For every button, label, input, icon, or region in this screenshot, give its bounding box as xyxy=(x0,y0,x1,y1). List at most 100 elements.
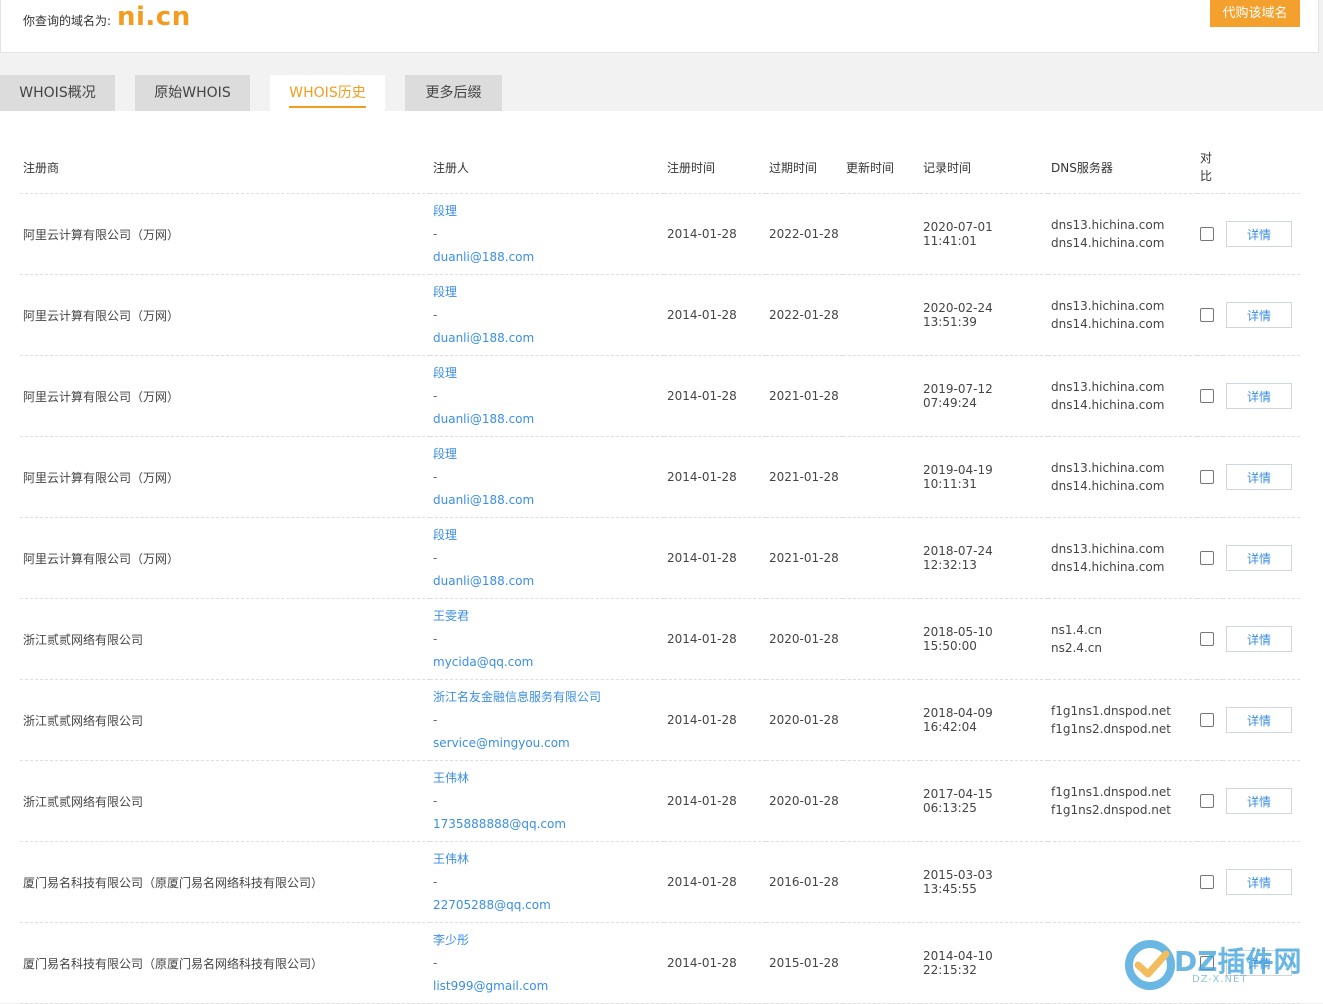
detail-button[interactable]: 详情 xyxy=(1226,545,1292,571)
rec-time-cell: 2014-04-10 22:15:32 xyxy=(920,922,1048,1004)
compare-cell xyxy=(1197,193,1223,275)
detail-button[interactable]: 详情 xyxy=(1226,788,1292,814)
registrant-cell: 浙江名友金融信息服务有限公司 - service@mingyou.com xyxy=(430,679,664,761)
site-watermark: DZ插件网 DZ-X.NET xyxy=(1122,936,1317,996)
whois-history-table: 注册商 注册人 注册时间 过期时间 更新时间 记录时间 DNS服务器 对比 阿里… xyxy=(20,141,1300,1004)
dns-server-2: f1g1ns2.dnspod.net xyxy=(1051,722,1171,736)
tab-label: WHOIS概况 xyxy=(19,85,96,101)
registrant-cell: 王伟林 - 22705288@qq.com xyxy=(430,841,664,923)
detail-button[interactable]: 详情 xyxy=(1226,302,1292,328)
registrant-name-link[interactable]: 浙江名友金融信息服务有限公司 xyxy=(433,686,664,709)
upd-date-cell xyxy=(843,598,920,680)
table-row: 厦门易名科技有限公司（原厦门易名网络科技有限公司） 李少彤 - list999@gma… xyxy=(20,922,1300,1004)
table-row: 浙江贰贰网络有限公司 王伟林 - 1735888888@qq.com 2014-01-2… xyxy=(20,760,1300,842)
registrant-name-link[interactable]: 段理 xyxy=(433,200,664,223)
registrant-name-link[interactable]: 段理 xyxy=(433,524,664,547)
registrant-email-link[interactable]: mycida@qq.com xyxy=(433,651,664,674)
registrant-email-link[interactable]: list999@gmail.com xyxy=(433,975,664,998)
registrant-name-link[interactable]: 王雯君 xyxy=(433,605,664,628)
registrant-email-link[interactable]: duanli@188.com xyxy=(433,327,664,350)
exp-date-cell: 2016-01-28 xyxy=(766,841,843,923)
compare-checkbox[interactable] xyxy=(1200,713,1214,728)
col-rec-time: 记录时间 xyxy=(920,141,1048,194)
tab-whois-history[interactable]: WHOIS历史 xyxy=(270,75,385,111)
rec-time-cell: 2015-03-03 13:45:55 xyxy=(920,841,1048,923)
dns-server-2: f1g1ns2.dnspod.net xyxy=(1051,803,1171,817)
registrant-name-link[interactable]: 李少彤 xyxy=(433,929,664,952)
registrant-email-link[interactable]: duanli@188.com xyxy=(433,570,664,593)
detail-button[interactable]: 详情 xyxy=(1226,869,1292,895)
compare-checkbox[interactable] xyxy=(1200,794,1214,809)
tab-whois-overview[interactable]: WHOIS概况 xyxy=(0,75,115,111)
dns-server-2: dns14.hichina.com xyxy=(1051,560,1165,574)
col-compare: 对比 xyxy=(1197,141,1223,194)
compare-checkbox[interactable] xyxy=(1200,389,1214,404)
registrant-name-link[interactable]: 王伟林 xyxy=(433,767,664,790)
dns-server-1: f1g1ns1.dnspod.net xyxy=(1051,785,1171,799)
registrant-cell: 段理 - duanli@188.com xyxy=(430,274,664,356)
detail-button[interactable]: 详情 xyxy=(1226,383,1292,409)
col-dns: DNS服务器 xyxy=(1048,141,1197,194)
compare-checkbox[interactable] xyxy=(1200,470,1214,485)
registrant-email-link[interactable]: duanli@188.com xyxy=(433,489,664,512)
registrant-separator: - xyxy=(433,307,438,322)
action-cell: 详情 xyxy=(1223,598,1300,680)
detail-button[interactable]: 详情 xyxy=(1226,707,1292,733)
table-header-row: 注册商 注册人 注册时间 过期时间 更新时间 记录时间 DNS服务器 对比 xyxy=(20,141,1300,194)
compare-checkbox[interactable] xyxy=(1200,875,1214,890)
tab-bar: WHOIS概况 原始WHOIS WHOIS历史 更多后缀 xyxy=(0,75,1323,111)
rec-time-cell: 2017-04-15 06:13:25 xyxy=(920,760,1048,842)
compare-checkbox[interactable] xyxy=(1200,632,1214,647)
registrar-cell: 阿里云计算有限公司（万网） xyxy=(20,517,430,599)
rec-time-cell: 2020-02-24 13:51:39 xyxy=(920,274,1048,356)
registrant-name-link[interactable]: 段理 xyxy=(433,443,664,466)
detail-button[interactable]: 详情 xyxy=(1226,221,1292,247)
registrar-cell: 阿里云计算有限公司（万网） xyxy=(20,193,430,275)
registrant-email-link[interactable]: 22705288@qq.com xyxy=(433,894,664,917)
registrant-email-link[interactable]: service@mingyou.com xyxy=(433,732,664,755)
table-row: 阿里云计算有限公司（万网） 段理 - duanli@188.com 2014-01-28… xyxy=(20,355,1300,437)
registrant-name-link[interactable]: 王伟林 xyxy=(433,848,664,871)
registrant-email-link[interactable]: duanli@188.com xyxy=(433,246,664,269)
table-row: 厦门易名科技有限公司（原厦门易名网络科技有限公司） 王伟林 - 22705288@qq… xyxy=(20,841,1300,923)
watermark-subtext: DZ-X.NET xyxy=(1192,974,1248,985)
registrant-email-link[interactable]: duanli@188.com xyxy=(433,408,664,431)
col-action xyxy=(1223,141,1300,194)
dns-server-2: dns14.hichina.com xyxy=(1051,398,1165,412)
dns-cell: ns1.4.cn ns2.4.cn xyxy=(1048,598,1197,680)
compare-checkbox[interactable] xyxy=(1200,551,1214,566)
exp-date-cell: 2021-01-28 xyxy=(766,436,843,518)
detail-button[interactable]: 详情 xyxy=(1226,626,1292,652)
registrant-separator: - xyxy=(433,955,438,970)
registrar-cell: 浙江贰贰网络有限公司 xyxy=(20,598,430,680)
upd-date-cell xyxy=(843,193,920,275)
dns-server-2: ns2.4.cn xyxy=(1051,641,1102,655)
compare-cell xyxy=(1197,760,1223,842)
upd-date-cell xyxy=(843,436,920,518)
registrant-name-link[interactable]: 段理 xyxy=(433,281,664,304)
registrant-email-link[interactable]: 1735888888@qq.com xyxy=(433,813,664,836)
reg-date-cell: 2014-01-28 xyxy=(664,841,766,923)
table-row: 阿里云计算有限公司（万网） 段理 - duanli@188.com 2014-01-28… xyxy=(20,274,1300,356)
table-row: 浙江贰贰网络有限公司 浙江名友金融信息服务有限公司 - service@mingyou… xyxy=(20,679,1300,761)
compare-checkbox[interactable] xyxy=(1200,308,1214,323)
action-cell: 详情 xyxy=(1223,679,1300,761)
registrant-name-link[interactable]: 段理 xyxy=(433,362,664,385)
reg-date-cell: 2014-01-28 xyxy=(664,436,766,518)
action-cell: 详情 xyxy=(1223,355,1300,437)
upd-date-cell xyxy=(843,355,920,437)
detail-button[interactable]: 详情 xyxy=(1226,464,1292,490)
registrar-cell: 阿里云计算有限公司（万网） xyxy=(20,436,430,518)
buy-domain-button[interactable]: 代购该域名 xyxy=(1210,0,1300,27)
registrant-cell: 段理 - duanli@188.com xyxy=(430,355,664,437)
compare-cell xyxy=(1197,274,1223,356)
tab-more-suffixes[interactable]: 更多后缀 xyxy=(405,75,502,111)
col-exp-date: 过期时间 xyxy=(766,141,843,194)
dns-server-1: ns1.4.cn xyxy=(1051,623,1102,637)
dns-server-1: dns13.hichina.com xyxy=(1051,218,1165,232)
tab-raw-whois[interactable]: 原始WHOIS xyxy=(135,75,250,111)
dns-cell: dns13.hichina.com dns14.hichina.com xyxy=(1048,436,1197,518)
watermark-logo-icon xyxy=(1125,940,1175,990)
compare-checkbox[interactable] xyxy=(1200,227,1214,242)
exp-date-cell: 2020-01-28 xyxy=(766,679,843,761)
